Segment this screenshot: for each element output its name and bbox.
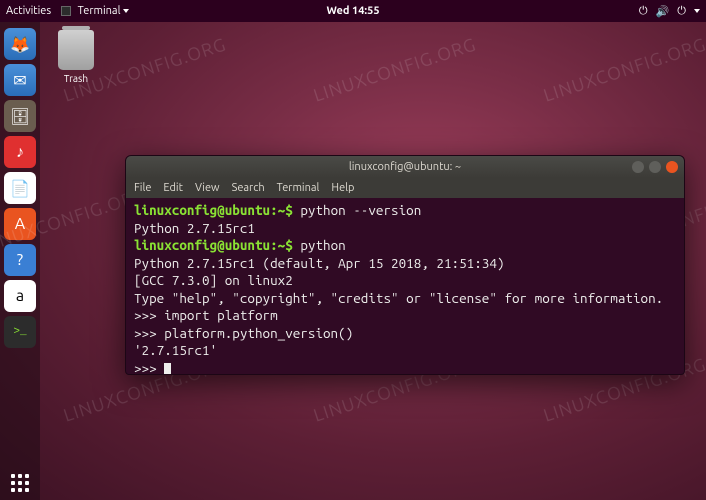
trash-desktop-icon[interactable]: Trash [58,30,94,84]
command-text: python --version [300,202,421,218]
output-line: [GCC 7.3.0] on linux2 [134,272,293,288]
activities-button[interactable]: Activities [6,5,51,17]
output-line: Python 2.7.15rc1 [134,220,255,236]
output-line: >>> [134,360,164,374]
volume-icon[interactable]: 🔊 [656,5,670,18]
chevron-down-icon [123,9,129,13]
menu-help[interactable]: Help [331,182,354,194]
prompt: linuxconfig@ubuntu:~$ [134,237,300,253]
cursor [164,363,171,374]
help-icon[interactable]: ? [4,244,36,276]
window-title: linuxconfig@ubuntu: ~ [349,161,461,173]
menu-terminal[interactable]: Terminal [277,182,320,194]
terminal-menubar: File Edit View Search Terminal Help [126,178,684,198]
dock: 🦊 ✉ 🗄 ♪ 📄 A ? a >_ [0,22,40,500]
app-menu[interactable]: Terminal [61,5,129,17]
clock[interactable]: Wed 14:55 [326,5,379,17]
trash-label: Trash [58,73,94,84]
files-icon[interactable]: 🗄 [4,100,36,132]
output-line: >>> import platform [134,307,278,323]
show-applications-button[interactable] [11,474,29,492]
terminal-mini-icon [61,6,71,16]
command-text: python [300,237,345,253]
terminal-icon[interactable]: >_ [4,316,36,348]
output-line: '2.7.15rc1' [134,342,217,358]
top-bar: Activities Terminal Wed 14:55 ⏻ 🔊 ⏻ [0,0,706,22]
prompt: linuxconfig@ubuntu:~$ [134,202,300,218]
power-icon[interactable]: ⏻ [677,5,686,18]
output-line: Python 2.7.15rc1 (default, Apr 15 2018, … [134,255,504,271]
firefox-icon[interactable]: 🦊 [4,28,36,60]
network-icon[interactable]: ⏻ [639,5,648,18]
terminal-body[interactable]: linuxconfig@ubuntu:~$ python --version Py… [126,198,684,374]
watermark: LINUXCONFIG.ORG [541,34,706,105]
minimize-button[interactable] [632,161,644,173]
watermark: LINUXCONFIG.ORG [311,34,479,105]
software-icon[interactable]: A [4,208,36,240]
rhythmbox-icon[interactable]: ♪ [4,136,36,168]
trash-icon [58,30,94,70]
writer-icon[interactable]: 📄 [4,172,36,204]
window-titlebar[interactable]: linuxconfig@ubuntu: ~ [126,156,684,178]
menu-file[interactable]: File [134,182,151,194]
terminal-window[interactable]: linuxconfig@ubuntu: ~ File Edit View Sea… [125,155,685,375]
close-button[interactable] [666,161,678,173]
output-line: >>> platform.python_version() [134,325,353,341]
menu-view[interactable]: View [195,182,220,194]
menu-edit[interactable]: Edit [163,182,183,194]
thunderbird-icon[interactable]: ✉ [4,64,36,96]
menu-search[interactable]: Search [232,182,265,194]
output-line: Type "help", "copyright", "credits" or "… [134,290,663,306]
chevron-down-icon [694,9,700,13]
maximize-button[interactable] [649,161,661,173]
amazon-icon[interactable]: a [4,280,36,312]
